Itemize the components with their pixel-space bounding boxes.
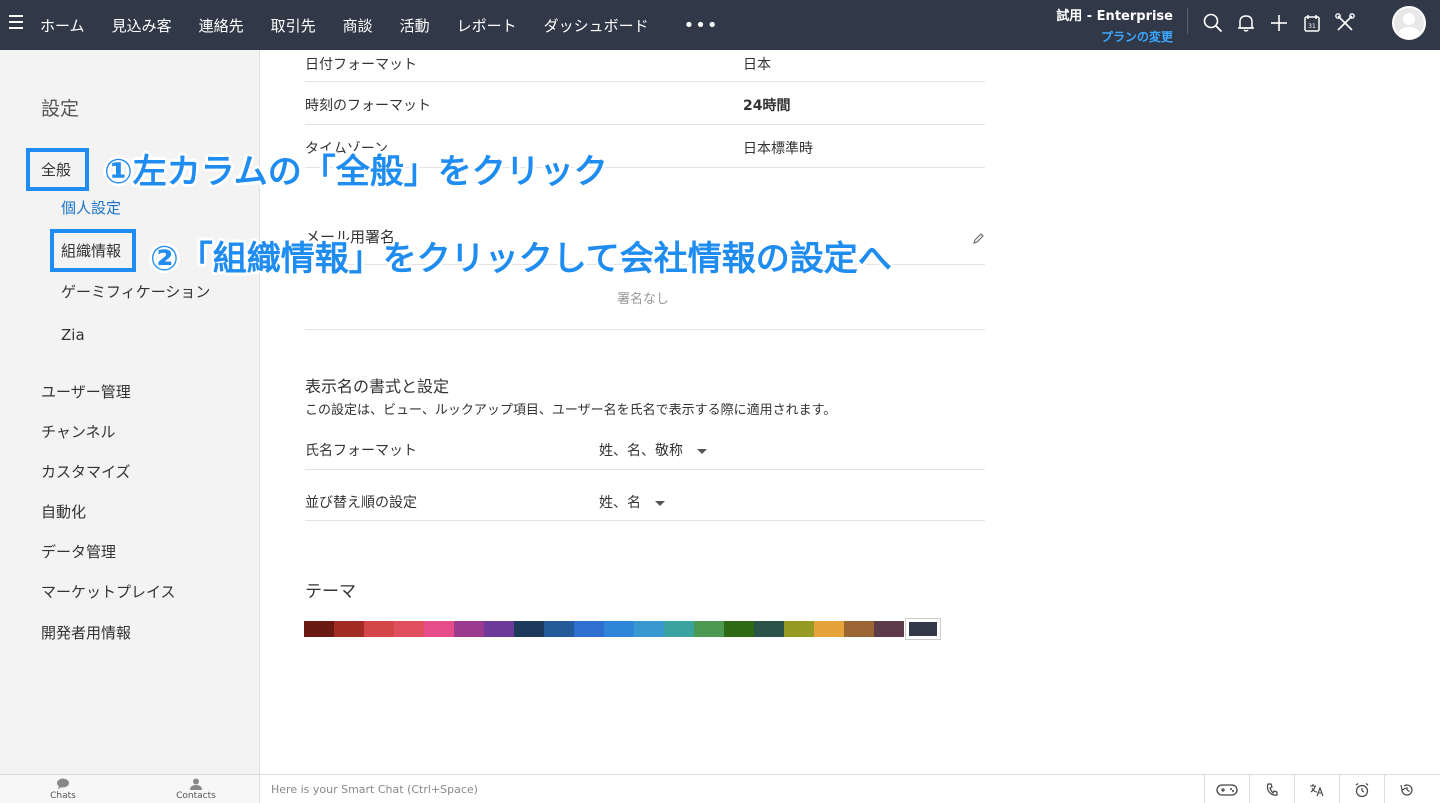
name-format-dropdown[interactable]: 姓、名、敬称	[599, 440, 707, 460]
theme-swatch[interactable]	[544, 621, 574, 637]
plan-label: 試用 - Enterprise	[1056, 9, 1173, 24]
contacts-button[interactable]: Contacts	[166, 778, 226, 801]
setting-value: 日本標準時	[743, 141, 813, 157]
alarm-icon[interactable]	[1339, 775, 1384, 803]
theme-swatch[interactable]	[364, 621, 394, 637]
theme-swatch[interactable]	[304, 621, 334, 637]
nav-contacts[interactable]: 連絡先	[199, 15, 244, 36]
sidebar-item-gamification[interactable]: ゲーミフィケーション	[61, 281, 210, 302]
setting-row-date-format: 日付フォーマット 日本	[305, 50, 985, 82]
theme-swatch[interactable]	[424, 621, 454, 637]
sidebar-item-marketplace[interactable]: マーケットプレイス	[41, 581, 176, 602]
nav-reports[interactable]: レポート	[457, 15, 517, 36]
nav-activities[interactable]: 活動	[400, 15, 430, 36]
bell-icon[interactable]	[1233, 10, 1259, 36]
display-name-description: この設定は、ビュー、ルックアップ項目、ユーザー名を氏名で表示する際に適用されます…	[305, 403, 837, 418]
annotation-step-1: ①左カラムの「全般」をクリック	[104, 152, 608, 192]
contacts-label: Contacts	[176, 791, 216, 801]
theme-title: テーマ	[305, 582, 356, 602]
sort-order-row: 並び替え順の設定 姓、名	[305, 490, 985, 521]
setting-value: 24時間	[743, 98, 791, 114]
translate-icon[interactable]	[1294, 775, 1339, 803]
nav-leads[interactable]: 見込み客	[112, 15, 172, 36]
gamepad-icon[interactable]	[1204, 775, 1249, 803]
theme-swatch[interactable]	[754, 621, 784, 637]
search-icon[interactable]	[1200, 10, 1226, 36]
theme-swatch[interactable]	[784, 621, 814, 637]
topbar-divider	[1187, 8, 1188, 34]
sort-order-value: 姓、名	[599, 495, 641, 511]
phone-icon[interactable]	[1249, 775, 1294, 803]
sidebar-item-zia[interactable]: Zia	[61, 326, 85, 344]
bottom-bar-right-icons	[1204, 775, 1429, 803]
bottom-bar: Chats Contacts Here is your Smart Chat (…	[0, 774, 1440, 803]
person-icon	[166, 778, 226, 791]
theme-swatch[interactable]	[454, 621, 484, 637]
chats-button[interactable]: Chats	[33, 778, 93, 801]
signature-empty-text: 署名なし	[617, 292, 670, 307]
sidebar-item-channels[interactable]: チャンネル	[41, 421, 116, 442]
theme-swatch[interactable]	[634, 621, 664, 637]
name-format-value: 姓、名、敬称	[599, 443, 683, 459]
sidebar-item-customize[interactable]: カスタマイズ	[41, 461, 131, 482]
sidebar-item-org-info[interactable]: 組織情報	[61, 240, 121, 261]
edit-pencil-icon[interactable]	[972, 230, 985, 249]
history-icon[interactable]	[1384, 775, 1429, 803]
chat-bubble-icon	[33, 778, 93, 791]
sidebar-item-automation[interactable]: 自動化	[41, 501, 86, 522]
setting-row-time-format: 時刻のフォーマット 24時間	[305, 92, 985, 125]
setting-value: 日本	[743, 57, 771, 73]
name-format-label: 氏名フォーマット	[305, 443, 417, 459]
sort-order-dropdown[interactable]: 姓、名	[599, 492, 665, 512]
setting-label: 時刻のフォーマット	[305, 98, 431, 114]
display-name-title: 表示名の書式と設定	[305, 377, 450, 396]
theme-swatches	[304, 619, 940, 639]
theme-swatch[interactable]	[514, 621, 544, 637]
nav-home[interactable]: ホーム	[40, 15, 85, 36]
theme-swatch[interactable]	[334, 621, 364, 637]
sidebar-item-personal-settings[interactable]: 個人設定	[61, 197, 121, 218]
nav-dashboard[interactable]: ダッシュボード	[544, 15, 649, 36]
theme-swatch[interactable]	[906, 619, 940, 639]
divider	[305, 329, 985, 330]
sidebar-item-general[interactable]: 全般	[41, 159, 71, 180]
sidebar-title: 設定	[41, 98, 80, 120]
nav-more-icon[interactable]: •••	[684, 15, 719, 36]
smart-chat-input[interactable]: Here is your Smart Chat (Ctrl+Space)	[271, 783, 478, 796]
theme-swatch[interactable]	[694, 621, 724, 637]
top-navigation-bar: ホーム 見込み客 連絡先 取引先 商談 活動 レポート ダッシュボード ••• …	[0, 0, 1440, 50]
theme-swatch[interactable]	[874, 621, 904, 637]
theme-swatch[interactable]	[814, 621, 844, 637]
topbar-icons: 31	[1200, 10, 1365, 36]
plus-icon[interactable]	[1266, 10, 1292, 36]
sidebar-item-data-admin[interactable]: データ管理	[41, 541, 116, 562]
name-format-row: 氏名フォーマット 姓、名、敬称	[305, 438, 985, 470]
sidebar-item-developer[interactable]: 開発者用情報	[41, 622, 131, 643]
nav-deals[interactable]: 商談	[343, 15, 373, 36]
theme-swatch[interactable]	[574, 621, 604, 637]
user-avatar[interactable]	[1392, 6, 1426, 40]
chats-label: Chats	[50, 791, 76, 801]
annotation-step-2: ②「組織情報」をクリックして会社情報の設定へ	[150, 239, 892, 279]
sidebar-item-user-management[interactable]: ユーザー管理	[41, 381, 131, 402]
theme-swatch[interactable]	[664, 621, 694, 637]
hamburger-menu-icon[interactable]	[9, 15, 23, 29]
theme-swatch[interactable]	[844, 621, 874, 637]
svg-text:31: 31	[1308, 23, 1316, 30]
sort-order-label: 並び替え順の設定	[305, 495, 417, 511]
plan-info: 試用 - Enterprise プランの変更	[1056, 5, 1173, 45]
tools-icon[interactable]	[1332, 10, 1358, 36]
theme-swatch[interactable]	[604, 621, 634, 637]
theme-swatch[interactable]	[724, 621, 754, 637]
caret-down-icon	[697, 448, 707, 454]
theme-swatch[interactable]	[394, 621, 424, 637]
theme-swatch[interactable]	[484, 621, 514, 637]
setting-label: 日付フォーマット	[305, 57, 417, 73]
caret-down-icon	[655, 500, 665, 506]
bottom-bar-left: Chats Contacts	[0, 775, 260, 803]
main-nav: ホーム 見込み客 連絡先 取引先 商談 活動 レポート ダッシュボード •••	[40, 0, 746, 50]
calendar-icon[interactable]: 31	[1299, 10, 1325, 36]
nav-accounts[interactable]: 取引先	[271, 15, 316, 36]
plan-change-link[interactable]: プランの変更	[1056, 28, 1173, 45]
